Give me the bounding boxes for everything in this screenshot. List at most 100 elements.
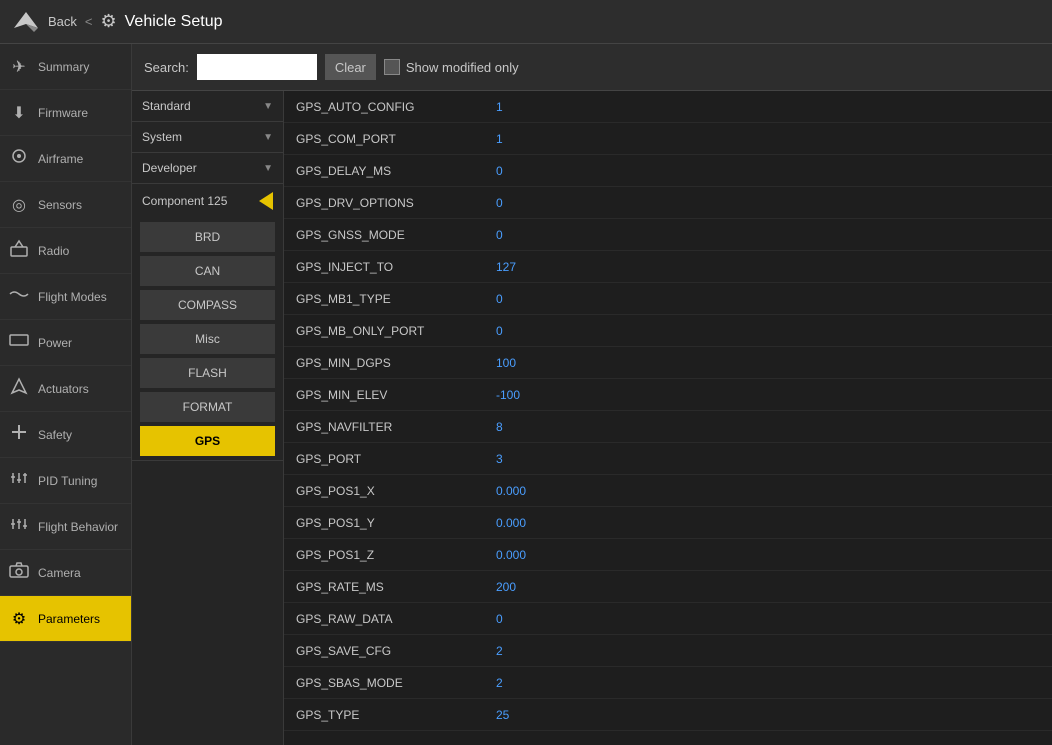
param-value: 0	[496, 612, 503, 626]
param-name: GPS_GNSS_MODE	[296, 228, 496, 242]
cat-btn-compass[interactable]: COMPASS	[140, 290, 275, 320]
table-row[interactable]: GPS_INJECT_TO127	[284, 251, 1052, 283]
param-value: 2	[496, 676, 503, 690]
param-name: GPS_RAW_DATA	[296, 612, 496, 626]
sidebar-item-summary[interactable]: ✈ Summary	[0, 44, 131, 90]
param-name: GPS_COM_PORT	[296, 132, 496, 146]
sidebar-label-sensors: Sensors	[38, 198, 82, 212]
table-row[interactable]: GPS_MIN_DGPS100	[284, 347, 1052, 379]
cat-group-developer-header[interactable]: Developer ▼	[132, 153, 283, 183]
cat-group-standard: Standard ▼	[132, 91, 283, 122]
sidebar-label-parameters: Parameters	[38, 612, 100, 626]
param-name: GPS_DRV_OPTIONS	[296, 196, 496, 210]
table-row[interactable]: GPS_DELAY_MS0	[284, 155, 1052, 187]
app-logo	[12, 8, 40, 36]
parameters-icon: ⚙	[8, 609, 30, 629]
main-layout: ✈ Summary ⬇ Firmware Airframe ◎ Sensors …	[0, 44, 1052, 745]
sidebar-item-camera[interactable]: Camera	[0, 550, 131, 596]
param-name: GPS_PORT	[296, 452, 496, 466]
sidebar-item-airframe[interactable]: Airframe	[0, 136, 131, 182]
cat-btn-can[interactable]: CAN	[140, 256, 275, 286]
table-row[interactable]: GPS_DRV_OPTIONS0	[284, 187, 1052, 219]
sensors-icon: ◎	[8, 195, 30, 215]
cat-btn-misc[interactable]: Misc	[140, 324, 275, 354]
clear-button[interactable]: Clear	[325, 54, 376, 80]
sidebar-item-flight-modes[interactable]: Flight Modes	[0, 274, 131, 320]
sidebar-item-firmware[interactable]: ⬇ Firmware	[0, 90, 131, 136]
table-row[interactable]: GPS_PORT3	[284, 443, 1052, 475]
sidebar-item-safety[interactable]: Safety	[0, 412, 131, 458]
sidebar-item-pid-tuning[interactable]: PID Tuning	[0, 458, 131, 504]
param-value: 0	[496, 324, 503, 338]
param-name: GPS_POS1_Z	[296, 548, 496, 562]
sidebar: ✈ Summary ⬇ Firmware Airframe ◎ Sensors …	[0, 44, 132, 745]
flight-behavior-icon	[8, 515, 30, 538]
param-name: GPS_POS1_X	[296, 484, 496, 498]
cat-btn-brd[interactable]: BRD	[140, 222, 275, 252]
param-value: 0.000	[496, 484, 526, 498]
cat-btn-flash[interactable]: FLASH	[140, 358, 275, 388]
sidebar-item-power[interactable]: Power	[0, 320, 131, 366]
param-value: 0.000	[496, 548, 526, 562]
sidebar-item-flight-behavior[interactable]: Flight Behavior	[0, 504, 131, 550]
table-row[interactable]: GPS_SAVE_CFG2	[284, 635, 1052, 667]
param-name: GPS_SAVE_CFG	[296, 644, 496, 658]
param-name: GPS_MIN_ELEV	[296, 388, 496, 402]
param-value: 0.000	[496, 516, 526, 530]
cat-group-system-arrow: ▼	[263, 132, 273, 143]
table-row[interactable]: GPS_POS1_X0.000	[284, 475, 1052, 507]
show-modified-label: Show modified only	[406, 60, 519, 75]
table-row[interactable]: GPS_SBAS_MODE2	[284, 667, 1052, 699]
cat-group-component125-header[interactable]: Component 125	[132, 184, 283, 218]
sidebar-item-radio[interactable]: Radio	[0, 228, 131, 274]
table-row[interactable]: GPS_POS1_Y0.000	[284, 507, 1052, 539]
sidebar-label-safety: Safety	[38, 428, 72, 442]
param-name: GPS_TYPE	[296, 708, 496, 722]
sidebar-label-airframe: Airframe	[38, 152, 83, 166]
cat-group-system: System ▼	[132, 122, 283, 153]
param-name: GPS_MIN_DGPS	[296, 356, 496, 370]
gear-icon: ⚙	[101, 11, 117, 32]
table-row[interactable]: GPS_RAW_DATA0	[284, 603, 1052, 635]
param-value: 0	[496, 228, 503, 242]
cat-group-system-label: System	[142, 130, 182, 144]
table-row[interactable]: GPS_MB1_TYPE0	[284, 283, 1052, 315]
param-value: 127	[496, 260, 516, 274]
table-row[interactable]: GPS_POS1_Z0.000	[284, 539, 1052, 571]
param-name: GPS_RATE_MS	[296, 580, 496, 594]
sidebar-item-actuators[interactable]: Actuators	[0, 366, 131, 412]
cat-btn-gps[interactable]: GPS	[140, 426, 275, 456]
param-value: 200	[496, 580, 516, 594]
search-input[interactable]	[197, 54, 317, 80]
main-content: Search: Clear Show modified only Standar…	[132, 44, 1052, 745]
safety-icon	[8, 423, 30, 446]
table-row[interactable]: GPS_MB_ONLY_PORT0	[284, 315, 1052, 347]
sidebar-item-sensors[interactable]: ◎ Sensors	[0, 182, 131, 228]
param-value: 3	[496, 452, 503, 466]
sidebar-label-pid-tuning: PID Tuning	[38, 474, 97, 488]
show-modified-checkbox[interactable]	[384, 59, 400, 75]
cat-group-developer-arrow: ▼	[263, 163, 273, 174]
param-value: 100	[496, 356, 516, 370]
param-value: 0	[496, 292, 503, 306]
table-row[interactable]: GPS_GNSS_MODE0	[284, 219, 1052, 251]
sidebar-label-radio: Radio	[38, 244, 69, 258]
table-row[interactable]: GPS_MIN_ELEV-100	[284, 379, 1052, 411]
cat-group-system-header[interactable]: System ▼	[132, 122, 283, 152]
cat-group-standard-header[interactable]: Standard ▼	[132, 91, 283, 121]
cat-btn-format[interactable]: FORMAT	[140, 392, 275, 422]
topbar-separator: <	[85, 14, 93, 29]
param-value: 1	[496, 132, 503, 146]
sidebar-item-parameters[interactable]: ⚙ Parameters	[0, 596, 131, 642]
table-row[interactable]: GPS_TYPE25	[284, 699, 1052, 731]
firmware-icon: ⬇	[8, 103, 30, 123]
param-value: 1	[496, 100, 503, 114]
table-row[interactable]: GPS_RATE_MS200	[284, 571, 1052, 603]
table-row[interactable]: GPS_AUTO_CONFIG1	[284, 91, 1052, 123]
table-row[interactable]: GPS_COM_PORT1	[284, 123, 1052, 155]
searchbar: Search: Clear Show modified only	[132, 44, 1052, 91]
back-button[interactable]: Back	[48, 14, 77, 29]
body-split: Standard ▼ System ▼ Developer ▼	[132, 91, 1052, 745]
sidebar-label-flight-modes: Flight Modes	[38, 290, 107, 304]
table-row[interactable]: GPS_NAVFILTER8	[284, 411, 1052, 443]
